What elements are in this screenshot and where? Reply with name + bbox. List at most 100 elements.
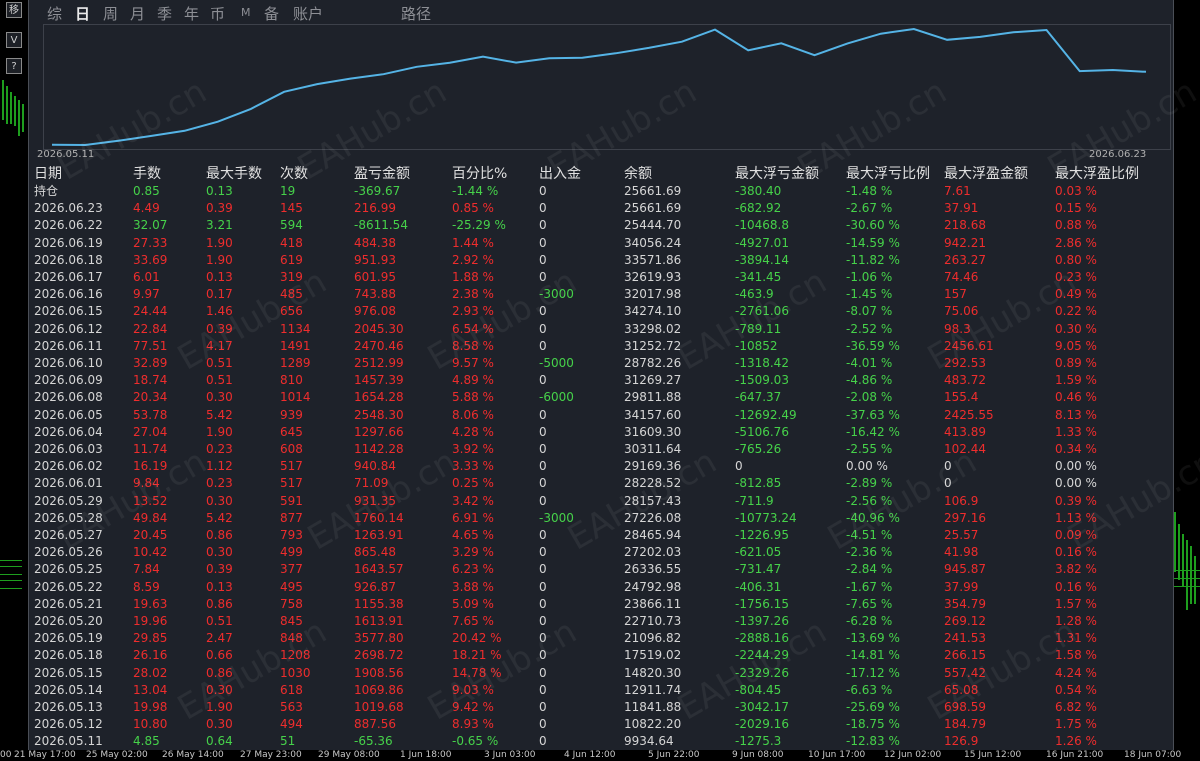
row-max-float-profit-pct: 0.23 % — [1055, 270, 1097, 284]
tab-account[interactable]: 账户 — [293, 3, 323, 24]
table-row[interactable]: 2026.05.12 10.80 0.30 494 887.56 8.93 % 0 10822… — [29, 716, 1173, 733]
row-flow: 0 — [539, 235, 547, 250]
row-lots: 4.49 — [133, 201, 160, 216]
table-row[interactable]: 2026.06.09 18.74 0.51 810 1457.39 4.89 % 0 3126… — [29, 372, 1173, 389]
row-count: 319 — [280, 270, 303, 284]
table-row[interactable]: 2026.05.15 28.02 0.86 1030 1908.56 14.78 % 0 14… — [29, 665, 1173, 682]
header-max-drawdown[interactable]: 最大浮亏金额 — [735, 166, 819, 183]
header-max-drawdown-pct[interactable]: 最大浮亏比例 — [846, 166, 930, 183]
header-lots[interactable]: 手数 — [133, 166, 161, 183]
header-balance[interactable]: 余额 — [624, 166, 652, 183]
row-percent: 18.21 % — [452, 648, 502, 663]
row-balance: 27202.03 — [624, 545, 682, 560]
row-pnl: 1613.91 — [354, 614, 404, 628]
row-count: 19 — [280, 184, 296, 198]
header-max-lots[interactable]: 最大手数 — [206, 166, 262, 183]
table-row[interactable]: 2026.06.08 20.34 0.30 1014 1654.28 5.88 % -600… — [29, 389, 1173, 406]
table-row[interactable]: 2026.05.27 20.45 0.86 793 1263.91 4.65 % 0 2846… — [29, 527, 1173, 544]
tab-quarterly[interactable]: 季 — [157, 3, 172, 24]
row-max-float-profit-pct: 0.30 % — [1055, 321, 1097, 336]
header-count[interactable]: 次数 — [280, 166, 308, 183]
check-button[interactable]: V — [6, 32, 22, 48]
table-row[interactable]: 2026.06.22 32.07 3.21 594 -8611.54 -25.29 % 0 2… — [29, 217, 1173, 234]
table-row[interactable]: 2026.06.10 32.89 0.51 1289 2512.99 9.57 % -500… — [29, 355, 1173, 372]
row-flow: 0 — [539, 528, 547, 542]
header-max-float-profit[interactable]: 最大浮盈金额 — [944, 166, 1028, 183]
table-row[interactable]: 2026.05.19 29.85 2.47 848 3577.80 20.42 % 0 210… — [29, 630, 1173, 647]
row-percent: 7.65 % — [452, 614, 494, 628]
row-date: 2026.06.15 — [34, 304, 103, 319]
tab-yearly[interactable]: 年 — [184, 3, 199, 24]
row-date: 2026.06.03 — [34, 442, 103, 456]
candle-bar — [10, 92, 12, 124]
header-pnl[interactable]: 盈亏金额 — [354, 166, 410, 183]
header-max-float-profit-pct[interactable]: 最大浮盈比例 — [1055, 166, 1139, 183]
row-date: 2026.06.16 — [34, 287, 103, 302]
row-flow: 0 — [539, 424, 547, 439]
row-percent: 6.23 % — [452, 562, 494, 577]
table-row[interactable]: 2026.06.18 33.69 1.90 619 951.93 2.92 % 0 33571… — [29, 252, 1173, 269]
row-lots: 32.89 — [133, 356, 168, 370]
row-lots: 49.84 — [133, 510, 168, 525]
row-date: 2026.06.18 — [34, 252, 103, 267]
time-axis-label: 4 Jun 12:00 — [564, 750, 616, 760]
header-flow[interactable]: 出入金 — [539, 166, 581, 183]
table-row[interactable]: 2026.05.25 7.84 0.39 377 1643.57 6.23 % 0 26336… — [29, 561, 1173, 578]
table-row[interactable]: 2026.06.02 16.19 1.12 517 940.84 3.33 % 0 29169… — [29, 458, 1173, 475]
position-row[interactable]: 持仓 0.85 0.13 19 -369.67 -1.44 % 0 25661.69 -380.… — [29, 183, 1173, 200]
time-axis-label: 12 Jun 02:00 — [884, 750, 942, 760]
table-row[interactable]: 2026.06.01 9.84 0.23 517 71.09 0.25 % 0 28228.5… — [29, 475, 1173, 492]
table-row[interactable]: 2026.06.15 24.44 1.46 656 976.08 2.93 % 0 34274… — [29, 303, 1173, 320]
row-balance: 28228.52 — [624, 476, 682, 491]
tab-m[interactable]: M — [241, 6, 251, 19]
statistics-panel: 综 日 周 月 季 年 币 M 备 账户 路径 2026.05.11 2026.… — [28, 0, 1174, 750]
row-max-drawdown: -1318.42 — [735, 356, 789, 370]
tab-weekly[interactable]: 周 — [103, 3, 118, 24]
table-row[interactable]: 2026.06.04 27.04 1.90 645 1297.66 4.28 % 0 3160… — [29, 424, 1173, 441]
table-row[interactable]: 2026.05.18 26.16 0.66 1208 2698.72 18.21 % 0 17… — [29, 647, 1173, 664]
row-pnl: 976.08 — [354, 304, 396, 319]
table-row[interactable]: 2026.05.29 13.52 0.30 591 931.35 3.42 % 0 28157… — [29, 493, 1173, 510]
tab-daily[interactable]: 日 — [75, 3, 90, 24]
table-row[interactable]: 2026.05.13 19.98 1.90 563 1019.68 9.42 % 0 1184… — [29, 699, 1173, 716]
table-row[interactable]: 2026.06.11 77.51 4.17 1491 2470.46 8.58 % 0 312… — [29, 338, 1173, 355]
time-axis-label: 15 Jun 12:00 — [964, 750, 1022, 760]
row-max-float-profit: 0 — [944, 459, 952, 474]
tab-summary[interactable]: 综 — [47, 3, 62, 24]
header-percent[interactable]: 百分比% — [452, 166, 507, 183]
table-row[interactable]: 2026.05.22 8.59 0.13 495 926.87 3.88 % 0 24792.… — [29, 579, 1173, 596]
tab-path[interactable]: 路径 — [401, 3, 431, 24]
table-row[interactable]: 2026.06.16 9.97 0.17 485 743.88 2.38 % -3000 32… — [29, 286, 1173, 303]
table-row[interactable]: 2026.06.12 22.84 0.39 1134 2045.30 6.54 % 0 332… — [29, 321, 1173, 338]
header-date[interactable]: 日期 — [34, 166, 62, 183]
row-max-float-profit: 37.99 — [944, 579, 979, 594]
row-balance: 31269.27 — [624, 373, 682, 388]
help-button[interactable]: ? — [6, 58, 22, 74]
row-count: 618 — [280, 682, 303, 697]
table-row[interactable]: 2026.05.20 19.96 0.51 845 1613.91 7.65 % 0 2271… — [29, 613, 1173, 630]
row-max-drawdown: -621.05 — [735, 545, 782, 560]
row-max-drawdown-pct: -14.59 % — [846, 235, 900, 250]
table-row[interactable]: 2026.05.21 19.63 0.86 758 1155.38 5.09 % 0 2386… — [29, 596, 1173, 613]
table-row[interactable]: 2026.06.05 53.78 5.42 939 2548.30 8.06 % 0 3415… — [29, 407, 1173, 424]
row-max-drawdown: -4927.01 — [735, 235, 789, 250]
move-button[interactable]: 移 — [6, 2, 22, 18]
row-pnl: 1643.57 — [354, 562, 404, 577]
table-row[interactable]: 2026.06.03 11.74 0.23 608 1142.28 3.92 % 0 3031… — [29, 441, 1173, 458]
table-row[interactable]: 2026.06.19 27.33 1.90 418 484.38 1.44 % 0 34056… — [29, 235, 1173, 252]
row-flow: 0 — [539, 184, 547, 198]
table-row[interactable]: 2026.05.14 13.04 0.30 618 1069.86 9.03 % 0 1291… — [29, 682, 1173, 699]
tab-currency[interactable]: 币 — [210, 3, 225, 24]
table-row[interactable]: 2026.06.17 6.01 0.13 319 601.95 1.88 % 0 32619.… — [29, 269, 1173, 286]
table-row[interactable]: 2026.05.11 4.85 0.64 51 -65.36 -0.65 % 0 9934.6… — [29, 733, 1173, 750]
row-flow: 0 — [539, 270, 547, 284]
candle-bar — [1186, 540, 1188, 610]
tab-notes[interactable]: 备 — [264, 3, 279, 24]
table-row[interactable]: 2026.06.23 4.49 0.39 145 216.99 0.85 % 0 25661.… — [29, 200, 1173, 217]
table-row[interactable]: 2026.05.26 10.42 0.30 499 865.48 3.29 % 0 27202… — [29, 544, 1173, 561]
table-row[interactable]: 2026.05.28 49.84 5.42 877 1760.14 6.91 % -3000… — [29, 510, 1173, 527]
tab-monthly[interactable]: 月 — [130, 3, 145, 24]
row-count: 845 — [280, 614, 303, 628]
row-max-float-profit: 297.16 — [944, 510, 986, 525]
row-percent: 0.25 % — [452, 476, 494, 491]
